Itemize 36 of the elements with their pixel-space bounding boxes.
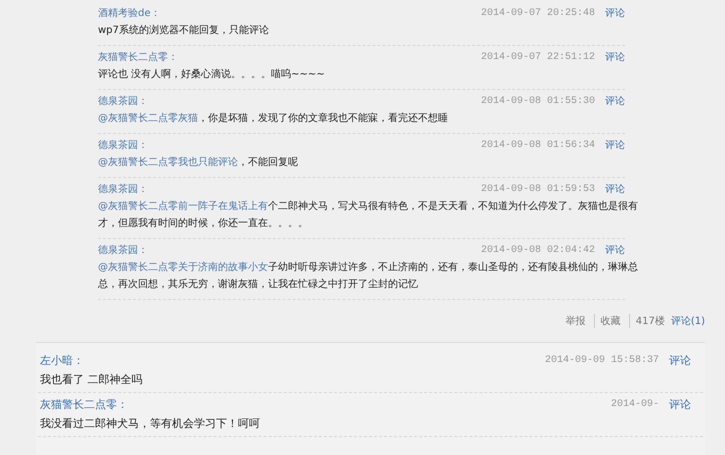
comment-link[interactable]: 评论 xyxy=(669,396,691,412)
timestamp: 2014-09-08 01:55:30 xyxy=(480,96,595,106)
author-name: 德泉茶园： xyxy=(98,138,148,152)
comment-link[interactable]: 评论 xyxy=(605,6,625,20)
timestamp: 2014-09- xyxy=(610,398,659,410)
reply-text: 我没看过二郎神犬马，等有机会学习下！呵呵 xyxy=(40,417,261,431)
timestamp: 2014-09-07 22:51:12 xyxy=(480,52,595,62)
comment-text: 评论也 没有人啊，好桑心滴说。。。。喵呜~~~~ xyxy=(98,68,326,82)
author-name: 灰猫警长二点零： xyxy=(40,396,128,412)
comment-link[interactable]: 评论 xyxy=(605,138,625,152)
comments-link[interactable]: 评论(1) xyxy=(670,314,705,328)
comment-link[interactable]: 评论 xyxy=(605,94,625,108)
author-name: 左小暗： xyxy=(40,352,84,368)
author-name: 德泉茶园： xyxy=(98,182,148,196)
author-name: 灰猫警长二点零： xyxy=(98,50,178,64)
report-link[interactable]: 举报 xyxy=(566,314,595,328)
timestamp: 2014-09-08 02:04:42 xyxy=(480,244,595,256)
timestamp: 2014-09-08 01:59:53 xyxy=(480,184,595,194)
comment-text: @灰猫警长二点零前一阵子在鬼话上有个二郎神犬马，写犬马很有特色，不是天天看，不知道为什么停发了。灰猫也是很有才，但愿我有时间的时候，你还一直在。。。。 xyxy=(98,200,638,231)
timestamp: 2014-09-08 01:56:34 xyxy=(480,140,595,150)
author-name: 德泉茶园： xyxy=(98,94,148,108)
comment-text: wp7系统的浏览器不能回复，只能评论 xyxy=(98,24,270,38)
timestamp: 2014-09-09 15:58:37 xyxy=(544,354,659,366)
comment-link[interactable]: 评论 xyxy=(605,182,625,196)
comment-text: @灰猫警长二点零关于济南的故事小女子幼时听母亲讲过许多，不止济南的，还有，泰山圣母的，还有陵县桃仙的，琳琳总总，再次回想，其乐无穷，谢谢灰猫，让我在忙碌之中打开了尘封的记忆 xyxy=(98,260,638,292)
favorite-link[interactable]: 收藏 xyxy=(600,314,630,328)
comment-text: @灰猫警长二点零灰猫，你是坏猫，发现了你的文章我也不能寐，看完还不想睡 xyxy=(98,112,449,126)
comment-link[interactable]: 评论 xyxy=(605,243,625,257)
timestamp: 2014-09-07 20:25:48 xyxy=(480,8,595,18)
comment-link[interactable]: 评论 xyxy=(605,50,625,64)
reply-text: 我也看了 二郎神全吗 xyxy=(40,373,144,387)
author-name: 德泉茶园： xyxy=(98,244,148,257)
author-name: 酒精考验de： xyxy=(98,6,160,20)
comment-text: @灰猫警长二点零我也只能评论，不能回复呢 xyxy=(98,156,299,170)
floor-number: 417楼 xyxy=(636,314,665,328)
comment-link[interactable]: 评论 xyxy=(669,352,691,368)
